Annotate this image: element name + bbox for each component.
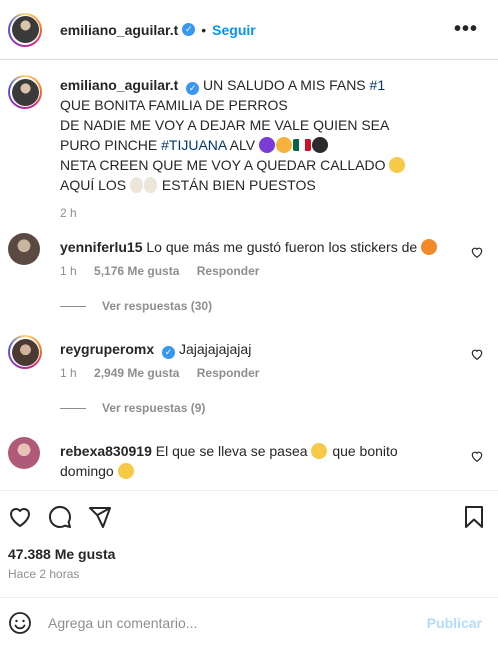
post-header: emiliano_aguilar.t ✓ • Seguir ••• bbox=[0, 0, 498, 60]
comment-like-heart-icon[interactable] bbox=[470, 347, 484, 361]
commenter-username[interactable]: rebexa830919 bbox=[60, 443, 152, 459]
likes-count[interactable]: 47.388 Me gusta bbox=[8, 546, 115, 562]
save-bookmark-icon[interactable] bbox=[462, 505, 486, 529]
caption-username[interactable]: emiliano_aguilar.t bbox=[60, 77, 178, 93]
comment-like-heart-icon[interactable] bbox=[470, 449, 484, 463]
caption-line-4-pre: PURO PINCHE bbox=[60, 137, 158, 153]
follow-button[interactable]: Seguir bbox=[212, 22, 256, 38]
comment-content-3: domingo bbox=[60, 463, 114, 479]
replies-line bbox=[60, 407, 86, 409]
comment-time: 1 h bbox=[60, 264, 77, 278]
view-replies-label: Ver respuestas (9) bbox=[102, 401, 206, 415]
comment-content: Jajajajajajaj bbox=[178, 341, 252, 357]
caption-line-2: QUE BONITA FAMILIA DE PERROS bbox=[60, 97, 288, 113]
view-replies-button[interactable]: Ver respuestas (30) bbox=[60, 299, 212, 313]
author-username[interactable]: emiliano_aguilar.t bbox=[60, 22, 178, 38]
egg-emoji-icon bbox=[130, 177, 144, 193]
like-heart-icon[interactable] bbox=[8, 505, 32, 529]
reply-button[interactable]: Responder bbox=[197, 366, 260, 380]
verified-badge-icon: ✓ bbox=[182, 23, 196, 36]
ninja-emoji-icon bbox=[311, 137, 328, 153]
commenter-avatar[interactable] bbox=[8, 437, 40, 469]
share-icon[interactable] bbox=[88, 505, 112, 529]
caption-timestamp: 2 h bbox=[60, 206, 77, 220]
more-options-icon[interactable]: ••• bbox=[454, 18, 478, 41]
caption-line-5: NETA CREEN QUE ME VOY A QUEDAR CALLADO bbox=[60, 157, 386, 173]
caption-line-6-pre: AQUÍ LOS bbox=[60, 177, 127, 193]
comment-icon[interactable] bbox=[48, 505, 72, 529]
mexico-flag-emoji-icon bbox=[292, 139, 311, 151]
post-time-ago: Hace 2 horas bbox=[8, 567, 80, 581]
view-replies-label: Ver respuestas (30) bbox=[102, 299, 213, 313]
comment-meta: 1 h 5,176 Me gusta Responder bbox=[60, 264, 273, 278]
comment-input[interactable] bbox=[48, 611, 408, 635]
commenter-username[interactable]: reygruperomx bbox=[60, 341, 154, 357]
separator-dot: • bbox=[201, 21, 207, 38]
comment-text: yenniferlu15 Lo que más me gustó fueron … bbox=[60, 237, 460, 257]
hashtag-1[interactable]: #1 bbox=[370, 77, 386, 93]
add-comment-bar: Publicar bbox=[0, 597, 498, 646]
caption-line-1: UN SALUDO A MIS FANS bbox=[203, 77, 366, 93]
comments-section[interactable]: emiliano_aguilar.t ✓ UN SALUDO A MIS FAN… bbox=[0, 61, 498, 489]
post-actions: 47.388 Me gusta Hace 2 horas Publicar bbox=[0, 490, 498, 646]
caption-avatar[interactable] bbox=[8, 75, 42, 109]
commenter-avatar[interactable] bbox=[8, 335, 42, 369]
comment-text: rebexa830919 El que se lleva se pasea qu… bbox=[60, 441, 460, 481]
hashtag-tijuana[interactable]: #TIJUANA bbox=[161, 137, 226, 153]
caption-line-6-post: ESTÁN BIEN PUESTOS bbox=[161, 177, 316, 193]
verified-badge-icon: ✓ bbox=[186, 82, 200, 95]
reply-button[interactable]: Responder bbox=[197, 264, 260, 278]
comment-meta: 1 h 2,949 Me gusta Responder bbox=[60, 366, 273, 380]
author-avatar[interactable] bbox=[8, 12, 42, 47]
commenter-avatar[interactable] bbox=[8, 233, 40, 265]
replies-line bbox=[60, 305, 86, 307]
comment-content: Lo que más me gustó fueron los stickers … bbox=[146, 239, 418, 255]
commenter-username[interactable]: yenniferlu15 bbox=[60, 239, 142, 255]
fox-emoji-icon bbox=[421, 239, 438, 255]
comment-time: 1 h bbox=[60, 366, 77, 380]
caption-line-3: DE NADIE ME VOY A DEJAR ME VALE QUIEN SE… bbox=[60, 117, 390, 133]
comment-text: reygruperomx ✓ Jajajajajajaj bbox=[60, 339, 460, 359]
egg-emoji-icon bbox=[144, 177, 158, 193]
comment-like-count[interactable]: 2,949 Me gusta bbox=[94, 366, 179, 380]
laughing-emoji-icon bbox=[389, 157, 406, 173]
comment-content-2: que bonito bbox=[332, 443, 398, 459]
caption-line-4-post: ALV bbox=[229, 137, 256, 153]
caption-text: emiliano_aguilar.t ✓ UN SALUDO A MIS FAN… bbox=[60, 75, 480, 195]
rosette-emoji-icon bbox=[275, 137, 292, 153]
comment-like-heart-icon[interactable] bbox=[470, 245, 484, 259]
devil-emoji-icon bbox=[258, 137, 275, 153]
comment-like-count[interactable]: 5,176 Me gusta bbox=[94, 264, 179, 278]
verified-badge-icon: ✓ bbox=[162, 346, 176, 359]
clapping-emoji-icon bbox=[311, 443, 328, 459]
comment-content: El que se lleva se pasea bbox=[155, 443, 308, 459]
publish-button[interactable]: Publicar bbox=[427, 615, 482, 631]
smile-emoji-icon[interactable] bbox=[8, 611, 32, 635]
view-replies-button[interactable]: Ver respuestas (9) bbox=[60, 401, 205, 415]
raised-hands-emoji-icon bbox=[117, 463, 134, 479]
